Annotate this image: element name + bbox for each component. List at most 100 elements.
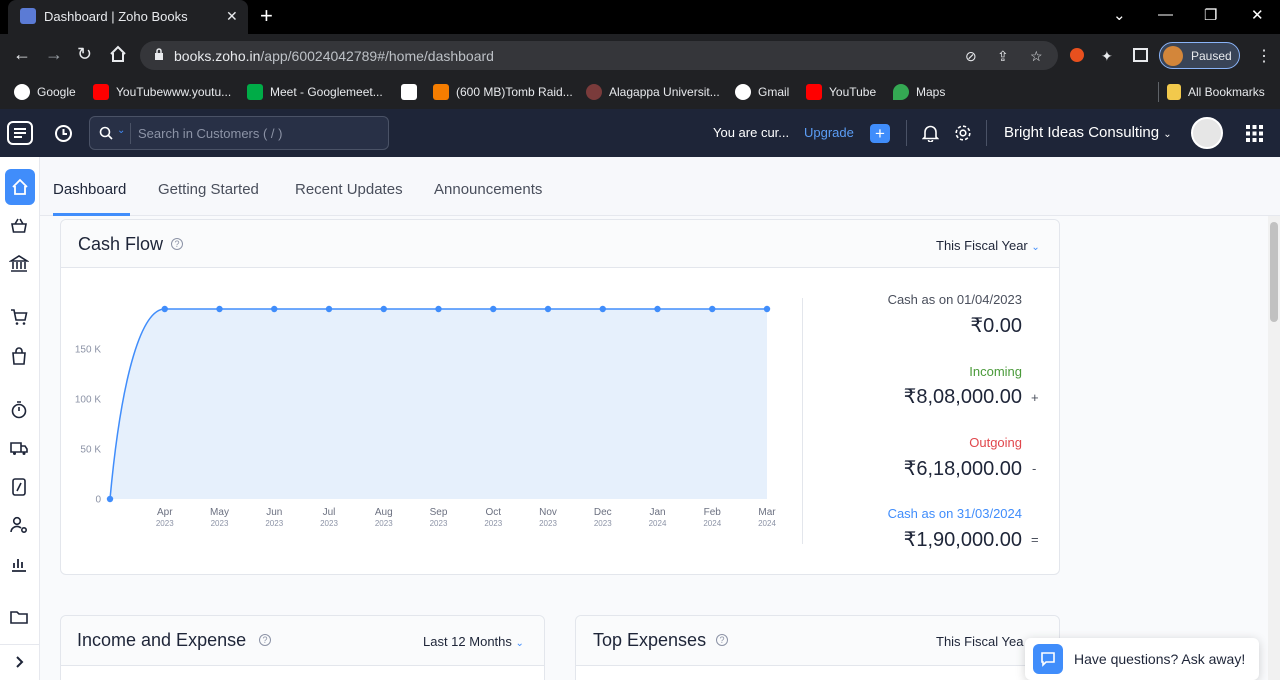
recent-activity-icon[interactable] (54, 124, 73, 143)
browser-tab[interactable]: Dashboard | Zoho Books ✕ (8, 0, 248, 34)
gear-icon[interactable] (954, 124, 972, 142)
data-point[interactable] (216, 305, 223, 313)
data-point[interactable] (106, 495, 114, 503)
bookmark-item[interactable]: YouTube (806, 82, 876, 102)
home-icon[interactable] (109, 45, 127, 63)
bookmark-item[interactable]: YouTubewww.youtu... (93, 82, 231, 102)
eye-off-icon[interactable]: ⊘ (965, 48, 977, 65)
forward-icon[interactable]: → (45, 45, 63, 63)
sidebar-expand-button[interactable] (9, 652, 31, 674)
all-bookmarks[interactable]: All Bookmarks (1167, 82, 1265, 102)
tab-search-icon[interactable]: ⌄ (1113, 6, 1126, 24)
profile-button[interactable]: Paused (1159, 42, 1240, 69)
close-window-icon[interactable]: ✕ (1251, 6, 1264, 24)
organization-name: Bright Ideas Consulting (1004, 124, 1160, 141)
x-tick-month: Nov (539, 507, 557, 518)
app-grid-icon[interactable] (1246, 125, 1263, 142)
reload-icon[interactable]: ↻ (77, 45, 92, 63)
extension-icon[interactable] (1070, 48, 1084, 62)
x-tick-month: Dec (594, 507, 612, 518)
sidebar-item-e-way-bills[interactable] (9, 438, 31, 460)
top-expenses-period-filter[interactable]: This Fiscal Yea (936, 634, 1023, 649)
organization-switcher[interactable]: Bright Ideas Consulting ⌄ (1004, 124, 1172, 141)
sidebar-item-gst-filing[interactable] (9, 477, 31, 499)
help-icon[interactable]: ? (259, 634, 271, 646)
chevron-down-icon: ⌄ (1163, 129, 1172, 140)
sidebar-item-documents[interactable] (9, 607, 31, 629)
filter-label: Last 12 Months (423, 634, 512, 649)
upgrade-link[interactable]: Upgrade (804, 125, 854, 140)
data-point[interactable] (599, 305, 606, 313)
data-point[interactable] (654, 305, 661, 313)
sidebar-item-home[interactable] (5, 169, 35, 205)
sidebar-item-banking[interactable] (9, 254, 31, 276)
user-settings-icon (10, 516, 28, 534)
restore-icon[interactable]: ❐ (1204, 6, 1217, 24)
sidebar-item-time-tracking[interactable] (9, 400, 31, 422)
kebab-menu-icon[interactable]: ⋮ (1256, 46, 1272, 66)
tab-getting-started[interactable]: Getting Started (158, 181, 259, 198)
tab-dashboard[interactable]: Dashboard (53, 181, 126, 198)
bookmark-label: Alagappa Universit... (609, 85, 720, 99)
site-info-icon[interactable] (154, 48, 164, 60)
data-point[interactable] (161, 305, 168, 313)
bookmark-item[interactable]: Gmail (735, 82, 789, 102)
cash-flow-period-filter[interactable]: This Fiscal Year ⌄ (936, 238, 1040, 253)
address-bar[interactable]: books.zoho.in/app/60024042789#/home/dash… (140, 41, 1058, 70)
stopwatch-icon (11, 401, 27, 419)
search-input[interactable]: Search in Customers ( / ) (138, 126, 283, 141)
help-icon[interactable]: ? (716, 634, 728, 646)
bookmark-item[interactable]: Meet - Googlemeet... (247, 82, 383, 102)
puzzle-icon[interactable]: ✦ (1101, 48, 1113, 65)
maps-icon (893, 84, 909, 100)
data-point[interactable] (435, 305, 442, 313)
bookmark-item[interactable]: (600 MB)Tomb Raid... (433, 82, 573, 102)
data-point[interactable] (709, 305, 716, 313)
data-point[interactable] (763, 305, 771, 313)
share-icon[interactable]: ⇪ (997, 48, 1009, 65)
tab-announcements[interactable]: Announcements (434, 181, 542, 198)
bookmark-label: Google (37, 85, 76, 99)
zoho-books-logo[interactable] (7, 121, 33, 145)
cash-flow-header (61, 220, 1059, 268)
bookmark-item[interactable]: Google (14, 82, 76, 102)
data-point[interactable] (380, 305, 387, 313)
quick-create-button[interactable]: + (870, 124, 890, 143)
minimize-icon[interactable]: — (1158, 6, 1173, 23)
scrollbar-thumb[interactable] (1270, 222, 1278, 322)
folder-icon (10, 611, 28, 624)
sidebar-item-accountant[interactable] (9, 515, 31, 537)
sidebar-item-reports[interactable] (9, 554, 31, 576)
bookmark-item[interactable]: Alagappa Universit... (586, 82, 720, 102)
top-expenses-title: Top Expenses (593, 630, 707, 650)
x-tick-month: Apr (157, 507, 173, 518)
search-icon[interactable] (99, 126, 113, 140)
bookmark-item[interactable]: Maps (893, 82, 945, 102)
help-icon[interactable]: ? (171, 238, 183, 250)
x-tick-year: 2024 (758, 519, 776, 528)
data-point[interactable] (325, 305, 333, 313)
bookmark-divider (1158, 82, 1159, 102)
back-icon[interactable]: ← (13, 45, 31, 63)
new-tab-button[interactable]: + (260, 5, 273, 27)
side-panel-icon[interactable] (1133, 48, 1148, 62)
user-avatar[interactable] (1191, 117, 1223, 149)
chevron-down-icon[interactable]: ⌄ (117, 125, 125, 136)
income-expense-period-filter[interactable]: Last 12 Months ⌄ (423, 634, 524, 649)
search-box[interactable]: ⌄ Search in Customers ( / ) (89, 116, 389, 150)
data-point[interactable] (544, 305, 552, 313)
data-point[interactable] (490, 305, 497, 313)
google-icon (14, 84, 30, 100)
data-point[interactable] (271, 305, 278, 313)
blogger-icon (433, 84, 449, 100)
x-tick-month: Aug (375, 507, 393, 518)
close-tab-icon[interactable]: ✕ (226, 8, 238, 25)
bookmark-item[interactable] (401, 82, 417, 102)
bell-icon[interactable] (922, 124, 939, 142)
bookmark-star-icon[interactable]: ☆ (1030, 48, 1043, 65)
sidebar-item-items[interactable] (9, 216, 31, 238)
tab-recent-updates[interactable]: Recent Updates (295, 181, 403, 198)
help-chat-widget[interactable]: Have questions? Ask away! (1025, 638, 1259, 680)
sidebar-item-sales[interactable] (9, 307, 31, 329)
sidebar-item-purchases[interactable] (9, 346, 31, 368)
